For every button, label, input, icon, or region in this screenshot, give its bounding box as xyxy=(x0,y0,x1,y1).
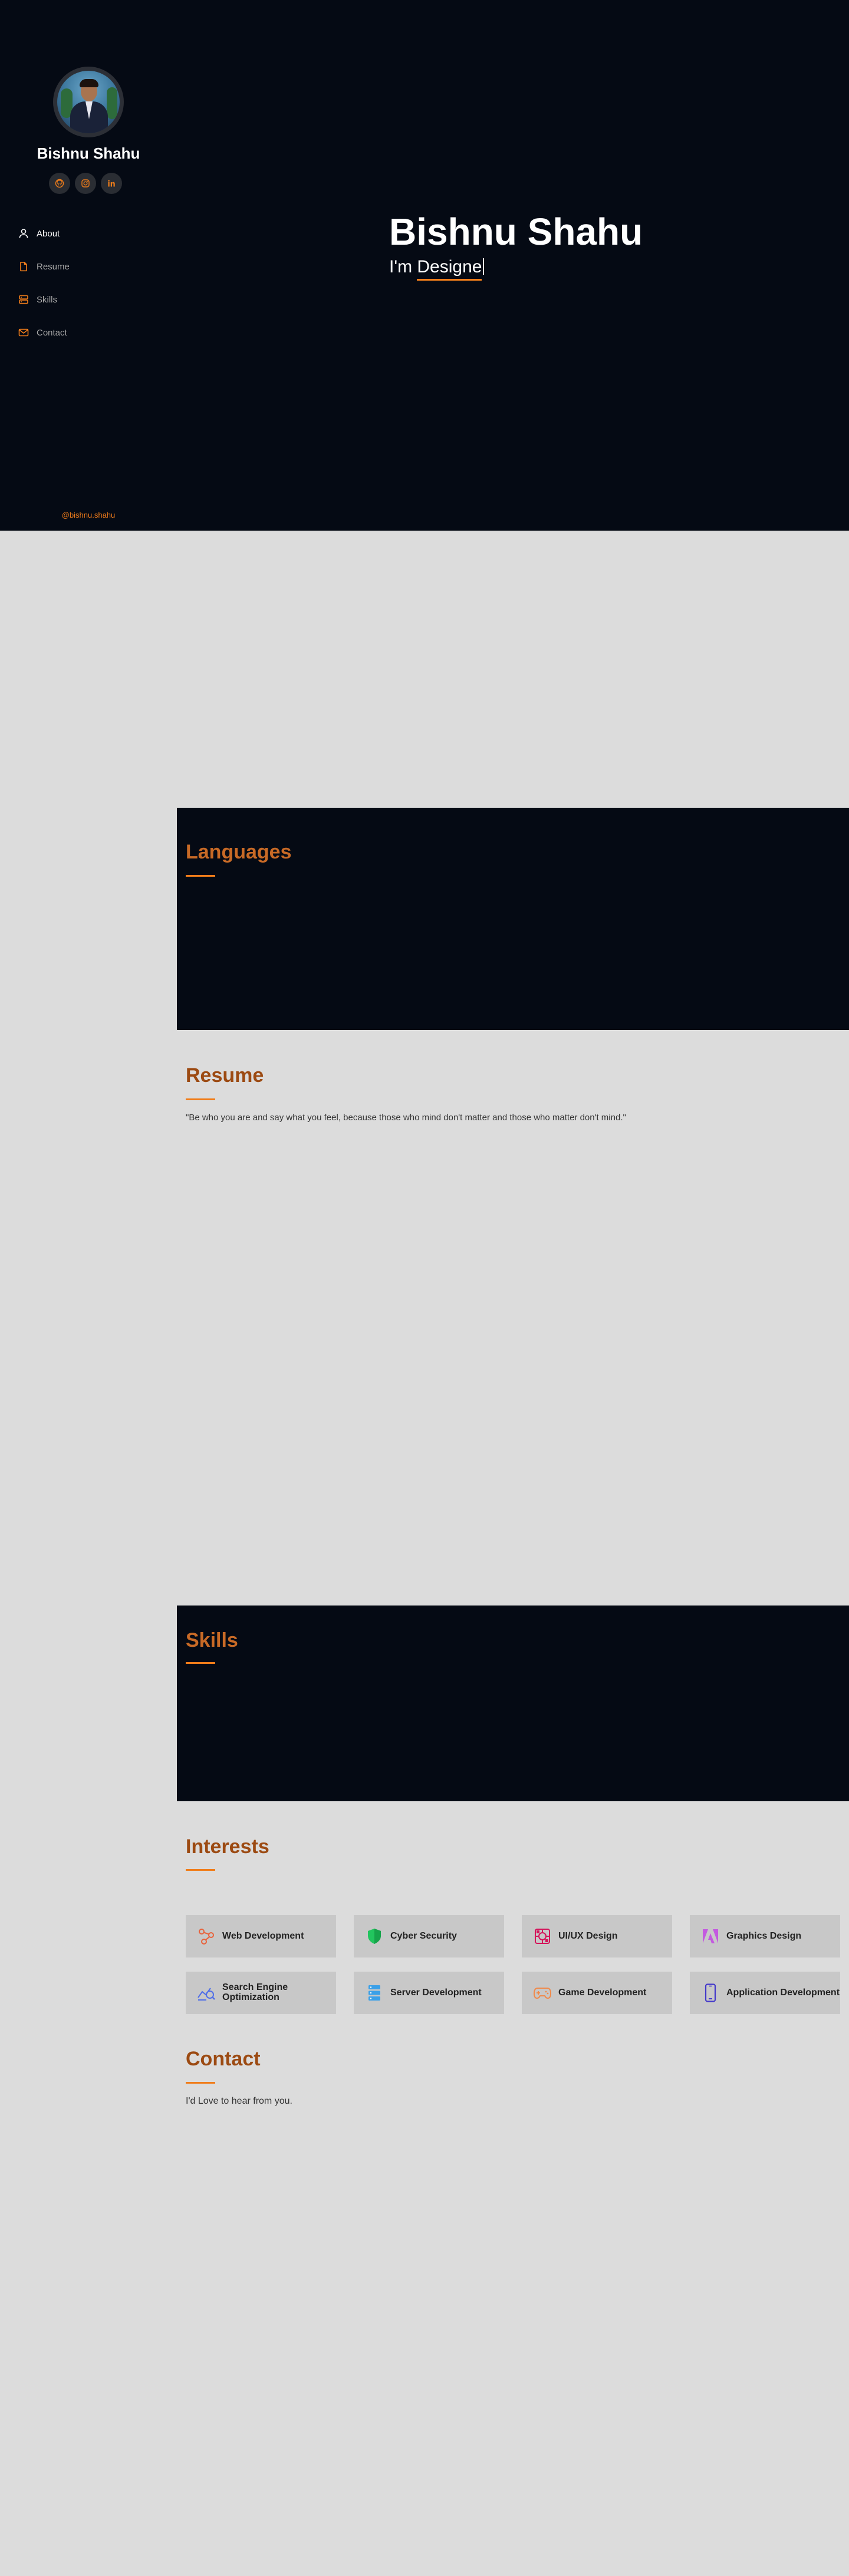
interest-card-seo[interactable]: Search Engine Optimization xyxy=(186,1972,336,2014)
github-icon xyxy=(55,179,64,188)
title-underline xyxy=(186,875,215,877)
contact-title: Contact xyxy=(186,2048,261,2070)
interest-card-server-development[interactable]: Server Development xyxy=(354,1972,504,2014)
interest-label: UI/UX Design xyxy=(558,1930,618,1941)
profile-photo xyxy=(53,67,124,137)
seo-icon xyxy=(196,1983,216,2003)
instagram-icon xyxy=(81,179,90,187)
interest-label: Cyber Security xyxy=(390,1930,457,1941)
hero-prefix: I'm xyxy=(389,257,417,277)
title-underline xyxy=(186,2082,215,2084)
resume-section: Resume "Be who you are and say what you … xyxy=(177,1030,849,1606)
server-icon xyxy=(18,294,29,305)
interest-label: Application Development xyxy=(726,1987,840,1998)
title-underline xyxy=(186,1869,215,1871)
contact-text: I'd Love to hear from you. xyxy=(186,2096,292,2106)
nav-item-contact[interactable]: Contact xyxy=(18,316,159,349)
social-links xyxy=(49,173,128,194)
skills-title: Skills xyxy=(186,1629,238,1651)
server-dev-icon xyxy=(364,1983,384,2003)
footer-handle: @bishnu.shahu xyxy=(61,511,116,519)
graphics-icon xyxy=(700,1926,720,1946)
typed-text: Designe xyxy=(417,257,482,281)
nav-item-resume[interactable]: Resume xyxy=(18,250,159,283)
resume-quote: "Be who you are and say what you feel, b… xyxy=(186,1113,626,1123)
interest-label: Server Development xyxy=(390,1987,482,1998)
title-underline xyxy=(186,1662,215,1664)
envelope-icon xyxy=(18,327,29,338)
main-nav: About Resume Skills Contact xyxy=(18,217,159,349)
languages-title: Languages xyxy=(186,841,292,863)
hero-subtitle: I'm Designe xyxy=(389,257,485,281)
title-underline xyxy=(186,1098,215,1100)
interest-card-graphics-design[interactable]: Graphics Design xyxy=(690,1915,840,1958)
instagram-link[interactable] xyxy=(75,173,96,194)
interest-label: Search Engine Optimization xyxy=(222,1982,288,2002)
linkedin-link[interactable] xyxy=(101,173,122,194)
interest-label: Game Development xyxy=(558,1987,647,1998)
nav-label-skills: Skills xyxy=(37,294,58,305)
languages-section: Languages xyxy=(177,808,849,1030)
linkedin-icon xyxy=(108,180,115,187)
web-dev-icon xyxy=(196,1926,216,1946)
interest-card-cyber-security[interactable]: Cyber Security xyxy=(354,1915,504,1958)
nav-item-skills[interactable]: Skills xyxy=(18,283,159,316)
typing-cursor xyxy=(483,258,485,275)
interest-label: Web Development xyxy=(222,1930,304,1941)
interest-card-application-development[interactable]: Application Development xyxy=(690,1972,840,2014)
file-icon xyxy=(18,261,29,272)
nav-item-about[interactable]: About xyxy=(18,217,159,250)
contact-section: Contact I'd Love to hear from you. xyxy=(177,2037,849,2576)
profile-name: Bishnu Shahu xyxy=(37,144,140,162)
uiux-icon xyxy=(532,1926,552,1946)
shield-icon xyxy=(364,1926,384,1946)
nav-label-resume: Resume xyxy=(37,261,70,272)
hero-section: Bishnu Shahu About Resume Skills Contact… xyxy=(0,0,849,531)
gamepad-icon xyxy=(532,1983,552,2003)
interest-label: Graphics Design xyxy=(726,1930,802,1941)
interest-card-uiux-design[interactable]: UI/UX Design xyxy=(522,1915,672,1958)
hero-title: Bishnu Shahu xyxy=(389,210,643,253)
user-icon xyxy=(18,228,29,239)
resume-title: Resume xyxy=(186,1064,264,1087)
interest-card-game-development[interactable]: Game Development xyxy=(522,1972,672,2014)
interests-title: Interests xyxy=(186,1835,269,1858)
skills-section: Skills xyxy=(177,1606,849,1801)
nav-label-contact: Contact xyxy=(37,327,67,338)
github-link[interactable] xyxy=(49,173,70,194)
mobile-icon xyxy=(700,1983,720,2003)
interest-card-web-development[interactable]: Web Development xyxy=(186,1915,336,1958)
nav-label-about: About xyxy=(37,228,60,239)
sidebar: Bishnu Shahu About Resume Skills Contact… xyxy=(0,0,177,531)
